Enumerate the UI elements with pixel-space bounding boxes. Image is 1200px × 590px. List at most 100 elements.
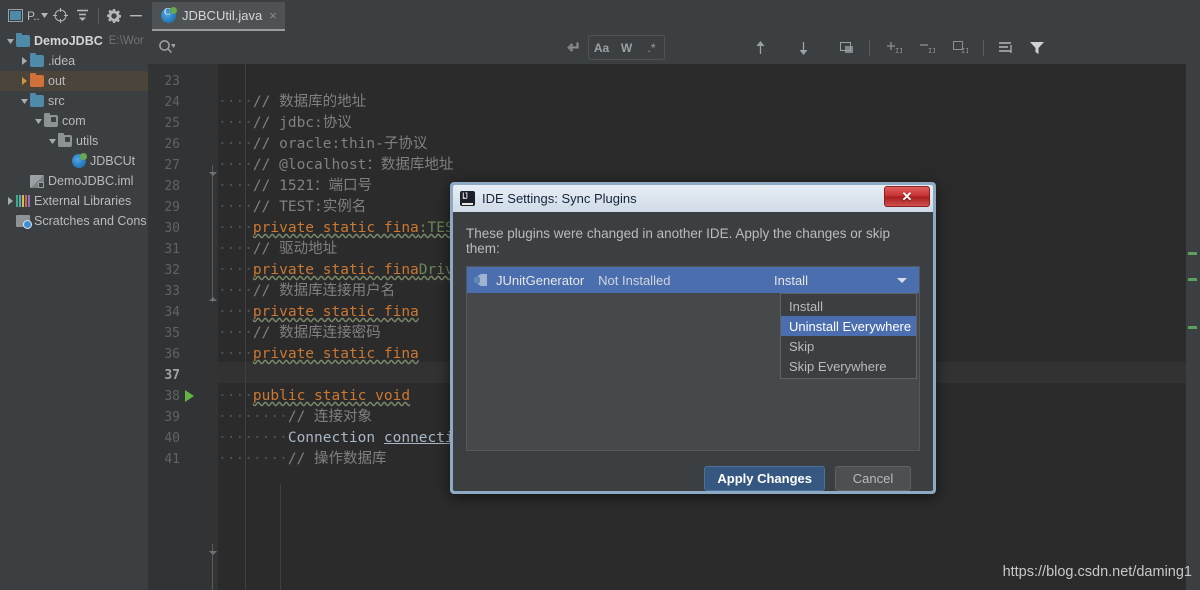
run-gutter-icon[interactable] [185, 390, 194, 402]
search-icon[interactable] [158, 39, 176, 60]
next-match-icon[interactable] [791, 36, 816, 59]
match-case-icon[interactable]: Aa [589, 36, 614, 59]
line-number: 29 [164, 200, 180, 215]
cancel-button[interactable]: Cancel [835, 465, 911, 491]
chevron-down-icon[interactable] [32, 115, 44, 127]
code-line: ····// 1521：端口号 [218, 176, 372, 197]
tree-item-external-libraries[interactable]: External Libraries [0, 191, 148, 211]
hide-panel-icon[interactable] [125, 5, 147, 27]
plugin-action-value: Install [774, 272, 808, 288]
dropdown-option-skip[interactable]: Skip [781, 336, 916, 356]
tree-item-icon-wrap [30, 174, 48, 188]
dialog-title: IDE Settings: Sync Plugins [482, 191, 637, 206]
tree-item-path: E:\Wor [108, 35, 144, 47]
tree-item-idea[interactable]: .idea [0, 51, 148, 71]
code-token: // 1521：端口号 [252, 178, 373, 194]
watermark: https://blog.csdn.net/daming1 [1002, 564, 1192, 580]
project-tree[interactable]: DemoJDBC E:\Wor .idea out src com utils JDBCUt D… [0, 31, 148, 590]
code-line: ····// 数据库的地址 [218, 92, 366, 113]
filter-icon[interactable] [1025, 36, 1050, 59]
code-line: ····// 数据库连接用户名 [218, 281, 395, 302]
code-token: ········ [218, 451, 288, 467]
code-token: ···· [218, 115, 253, 131]
plugin-list-row[interactable]: JUnitGenerator Not Installed Install [467, 267, 919, 293]
prev-match-icon[interactable] [748, 36, 773, 59]
tree-item-icon-wrap [58, 133, 76, 147]
locate-icon[interactable] [50, 5, 72, 27]
tab-jdbcutil-java[interactable]: JDBCUtil.java × [152, 2, 285, 31]
project-view-icon[interactable] [4, 5, 26, 27]
chevron-down-icon[interactable] [4, 35, 16, 47]
line-number: 36 [164, 347, 180, 362]
plugin-status: Not Installed [598, 272, 671, 288]
code-token: public static void [252, 388, 411, 404]
tree-item-out[interactable]: out [0, 71, 148, 91]
code-token: ········ [218, 409, 288, 425]
line-number: 40 [164, 431, 180, 446]
dialog-footer: Apply Changes Cancel [453, 451, 933, 491]
code-line: ····// TEST:实例名 [218, 197, 366, 218]
regex-toggle-icon[interactable] [560, 36, 585, 59]
code-token: ···· [218, 388, 253, 404]
project-panel-label: P.. [27, 8, 40, 23]
chevron-down-icon[interactable] [897, 278, 907, 283]
code-token: ···· [218, 199, 253, 215]
edit-selection-icon[interactable]: II [948, 36, 973, 59]
editor-gutter[interactable]: 23 24 25 26 27 28 29 30 31 32 33 34 35 36 37 38 39 40 41 [148, 64, 218, 590]
chevron-right-icon[interactable] [18, 55, 30, 67]
close-icon[interactable]: ✕ [884, 186, 930, 207]
filter-list-icon[interactable] [994, 36, 1019, 59]
remove-selection-icon[interactable]: II [915, 36, 940, 59]
words-icon[interactable]: W [614, 36, 639, 59]
code-token: // 驱动地址 [252, 241, 338, 257]
tree-item-demojdbc-iml[interactable]: DemoJDBC.iml [0, 171, 148, 191]
tab-label: JDBCUtil.java [182, 8, 263, 23]
tree-item-icon-wrap [16, 33, 34, 47]
dropdown-option-skip-everywhere[interactable]: Skip Everywhere [781, 356, 916, 376]
dropdown-option-uninstall-everywhere[interactable]: Uninstall Everywhere [781, 316, 916, 336]
tree-item-demojdbc[interactable]: DemoJDBC E:\Wor [0, 31, 148, 51]
toolbar-divider [97, 7, 99, 24]
line-number: 26 [164, 137, 180, 152]
code-token: // oracle:thin-子协议 [252, 136, 428, 152]
tree-item-src[interactable]: src [0, 91, 148, 111]
code-token: ···· [218, 262, 253, 278]
settings-gear-icon[interactable] [103, 5, 125, 27]
editor-scroll-markers[interactable] [1186, 64, 1200, 590]
tree-item-utils[interactable]: utils [0, 131, 148, 151]
plugin-action-dropdown[interactable]: Install Uninstall Everywhere Skip Skip Ever… [780, 293, 917, 379]
add-selection-icon[interactable]: II [882, 36, 907, 59]
tree-item-scratches-and-cons[interactable]: Scratches and Cons [0, 211, 148, 231]
code-token: // @localhost：数据库地址 [252, 157, 454, 173]
regex-icon[interactable]: .* [639, 36, 664, 59]
chevron-right-icon[interactable] [4, 195, 16, 207]
chevron-right-icon[interactable] [18, 75, 30, 87]
folder-orange-icon [30, 73, 44, 87]
editor-search-toolbar: Aa W .* II II II [148, 31, 1200, 65]
editor-tabbar: JDBCUtil.java × [148, 0, 1200, 31]
code-token: ···· [218, 346, 253, 362]
dialog-titlebar[interactable]: IDE Settings: Sync Plugins ✕ [453, 185, 933, 212]
code-token: // 数据库的地址 [252, 94, 367, 110]
collapse-all-icon[interactable] [72, 5, 94, 27]
code-line: ····private static finaDriver"; [218, 260, 489, 281]
dropdown-option-install[interactable]: Install [781, 296, 916, 316]
chevron-down-icon[interactable] [40, 5, 50, 27]
code-token: private static fina [252, 304, 419, 320]
plugin-action-combobox[interactable]: Install [765, 268, 917, 292]
select-all-occurrences-icon[interactable] [834, 36, 859, 59]
line-number: 30 [164, 221, 180, 236]
apply-changes-button[interactable]: Apply Changes [704, 465, 825, 491]
close-icon[interactable]: × [269, 9, 277, 22]
chevron-down-icon[interactable] [18, 95, 30, 107]
tree-item-label: DemoJDBC.iml [48, 174, 134, 188]
line-number: 23 [164, 74, 180, 89]
tree-item-com[interactable]: com [0, 111, 148, 131]
search-input[interactable] [180, 39, 564, 58]
plugin-list[interactable]: JUnitGenerator Not Installed Install Ins… [466, 266, 920, 451]
sync-plugins-dialog: IDE Settings: Sync Plugins ✕ These plugi… [450, 182, 936, 494]
line-number: 34 [164, 305, 180, 320]
chevron-down-icon[interactable] [46, 135, 58, 147]
tree-item-jdbcut[interactable]: JDBCUt [0, 151, 148, 171]
line-number: 28 [164, 179, 180, 194]
